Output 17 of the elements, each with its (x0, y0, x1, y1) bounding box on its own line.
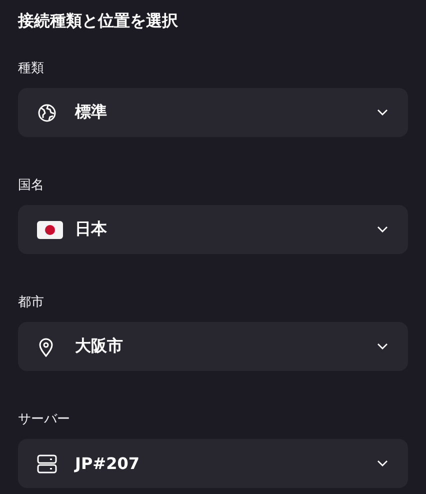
field-label: サーバー (18, 411, 70, 429)
server-icon (37, 454, 57, 474)
dropdown[interactable]: 大阪市 (18, 322, 408, 371)
chevron-down-icon (377, 226, 388, 233)
chevron-down-icon (377, 343, 388, 350)
globe-icon (37, 102, 57, 122)
dropdown[interactable]: 標準 (18, 88, 408, 137)
panel-title: 接続種類と位置を選択 (18, 10, 178, 32)
chevron-down-icon (377, 460, 388, 467)
dropdown[interactable]: JP#207 (18, 439, 408, 488)
dropdown[interactable]: 日本 (18, 205, 408, 254)
flag-icon (37, 220, 63, 238)
field-label: 都市 (18, 294, 44, 312)
chevron-down-icon (377, 109, 388, 116)
field-label: 種類 (18, 60, 44, 78)
location-pin-icon (37, 336, 55, 356)
field-label: 国名 (18, 177, 44, 195)
